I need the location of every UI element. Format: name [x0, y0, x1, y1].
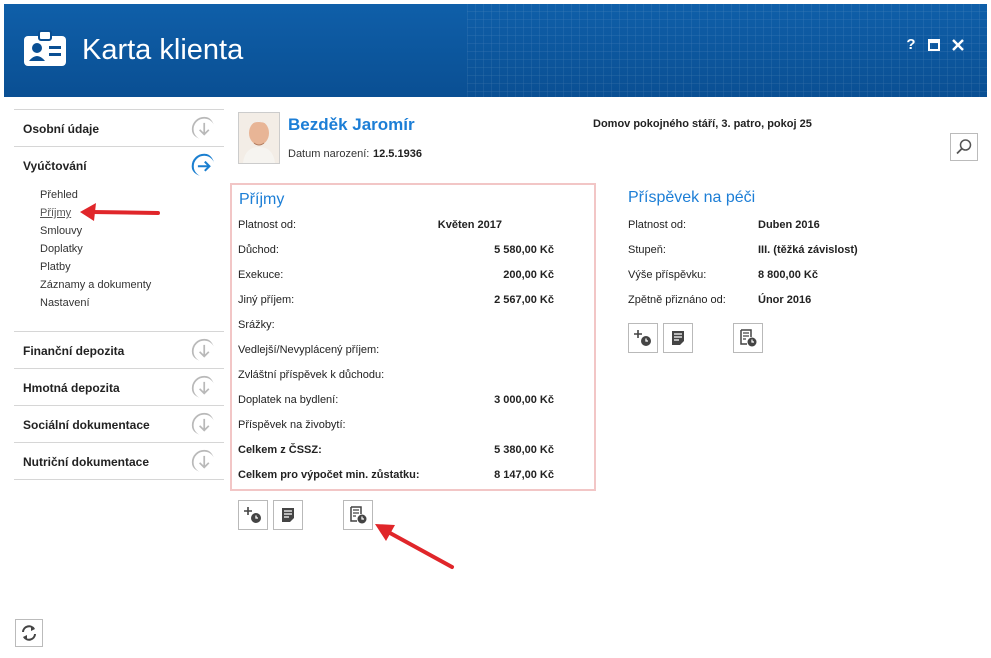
income-row-label: Celkem z ČSSZ: — [238, 444, 322, 456]
income-row-label: Důchod: — [238, 244, 279, 256]
sidebar-section-label: Finanční depozita — [23, 344, 125, 358]
chevron-down-icon[interactable] — [191, 375, 214, 398]
sidebar-item-zaznamy[interactable]: Záznamy a dokumenty — [40, 279, 151, 291]
income-title: Příjmy — [239, 191, 285, 208]
client-name: Bezděk Jaromír — [288, 115, 415, 134]
care-row-label: Výše příspěvku: — [628, 269, 707, 281]
care-row-label: Stupeň: — [628, 244, 666, 256]
income-row: Doplatek na bydlení: 3 000,00 Kč — [238, 394, 554, 410]
income-row: Příspěvek na živobytí: — [238, 419, 548, 435]
care-row-value: Duben 2016 — [758, 219, 820, 231]
income-row: Srážky: — [238, 319, 548, 335]
care-row-value: III. (těžká závislost) — [758, 244, 858, 256]
care-row-value: Únor 2016 — [758, 294, 812, 306]
sidebar-section-osobni-udaje[interactable]: Osobní údaje — [14, 109, 224, 147]
maximize-icon[interactable] — [926, 37, 942, 53]
sidebar-section-financni-depozita[interactable]: Finanční depozita — [14, 332, 224, 369]
sidebar-section-vyuctovani[interactable]: Vyúčtování — [14, 147, 224, 183]
income-total-row: Celkem z ČSSZ: 5 380,00 Kč — [238, 444, 554, 460]
income-row-label: Doplatek na bydlení: — [238, 394, 339, 406]
income-row: Exekuce: 200,00 Kč — [238, 269, 554, 285]
income-row-value: 8 147,00 Kč — [494, 469, 554, 481]
chevron-down-icon[interactable] — [191, 116, 214, 139]
sidebar: Osobní údaje Vyúčtování Přehled Příjmy S… — [14, 109, 224, 480]
sidebar-section-label: Osobní údaje — [23, 122, 100, 136]
sidebar-item-prijmy[interactable]: Příjmy — [40, 207, 71, 219]
add-history-icon — [244, 507, 261, 523]
title-bar: Karta klienta — [4, 4, 987, 97]
sidebar-item-platby[interactable]: Platby — [40, 261, 71, 273]
search-button[interactable] — [950, 133, 978, 161]
search-icon — [956, 139, 972, 155]
income-row-label: Příspěvek na živobytí: — [238, 419, 346, 431]
care-history-document-button[interactable] — [733, 323, 763, 353]
income-row: Důchod: 5 580,00 Kč — [238, 244, 554, 260]
income-row-label: Jiný příjem: — [238, 294, 295, 306]
income-row: Platnost od: Květen 2017 — [238, 219, 548, 235]
income-panel: Příjmy Platnost od: Květen 2017 Důchod: 5 … — [230, 183, 596, 491]
birth-date-value: 12.5.1936 — [373, 148, 422, 160]
income-total-row: Celkem pro výpočet min. zůstatku: 8 147,0… — [238, 469, 554, 485]
arrow-right-icon[interactable] — [191, 153, 214, 176]
refresh-button[interactable] — [15, 619, 43, 647]
income-row: Jiný příjem: 2 567,00 Kč — [238, 294, 554, 310]
sidebar-section-label: Nutriční dokumentace — [23, 455, 150, 469]
care-allowance-title: Příspěvek na péči — [628, 189, 756, 206]
app-title: Karta klienta — [82, 34, 244, 66]
sidebar-section-label: Sociální dokumentace — [23, 418, 150, 432]
close-icon[interactable] — [950, 37, 966, 53]
income-row-value: 5 380,00 Kč — [494, 444, 554, 456]
refresh-icon — [22, 625, 36, 641]
residence-info: Domov pokojného stáří, 3. patro, pokoj 2… — [593, 118, 812, 130]
chevron-down-icon[interactable] — [191, 449, 214, 472]
add-history-button[interactable] — [238, 500, 268, 530]
history-document-icon — [740, 329, 757, 347]
sidebar-section-hmotna-depozita[interactable]: Hmotná depozita — [14, 369, 224, 406]
annotation-arrow — [375, 524, 454, 569]
chevron-down-icon[interactable] — [191, 412, 214, 435]
income-row-label: Zvláštní příspěvek k důchodu: — [238, 369, 385, 381]
sidebar-section-label: Hmotná depozita — [23, 381, 120, 395]
income-row-value: 200,00 Kč — [503, 269, 554, 281]
income-row-value: Květen 2017 — [437, 219, 502, 231]
sidebar-item-nastaveni[interactable]: Nastavení — [40, 297, 90, 309]
sidebar-section-label: Vyúčtování — [23, 159, 87, 173]
income-row: Zvláštní příspěvek k důchodu: — [238, 369, 548, 385]
annotation-arrow — [80, 203, 160, 221]
income-row-label: Platnost od: — [238, 219, 297, 231]
income-row-label: Vedlejší/Nevyplácený příjem: — [238, 344, 380, 356]
income-row-label: Srážky: — [238, 319, 275, 331]
document-button[interactable] — [273, 500, 303, 530]
care-document-button[interactable] — [663, 323, 693, 353]
income-row-label: Exekuce: — [238, 269, 284, 281]
income-row-value: 5 580,00 Kč — [494, 244, 554, 256]
add-history-icon — [634, 330, 651, 346]
care-row-label: Zpětně přiznáno od: — [628, 294, 726, 306]
care-row-label: Platnost od: — [628, 219, 687, 231]
document-icon — [282, 508, 294, 522]
avatar — [238, 112, 280, 164]
care-add-history-button[interactable] — [628, 323, 658, 353]
sidebar-section-nutricni-dokumentace[interactable]: Nutriční dokumentace — [14, 443, 224, 480]
care-row-value: 8 800,00 Kč — [758, 269, 818, 281]
document-icon — [672, 331, 684, 345]
income-row-label: Celkem pro výpočet min. zůstatku: — [238, 469, 420, 481]
income-row-value: 3 000,00 Kč — [494, 394, 554, 406]
income-row-value: 2 567,00 Kč — [494, 294, 554, 306]
id-card-icon — [24, 30, 66, 66]
sidebar-section-socialni-dokumentace[interactable]: Sociální dokumentace — [14, 406, 224, 443]
income-row: Vedlejší/Nevyplácený příjem: — [238, 344, 548, 360]
chevron-down-icon[interactable] — [191, 338, 214, 361]
sidebar-item-prehled[interactable]: Přehled — [40, 189, 78, 201]
help-button[interactable]: ? — [903, 37, 919, 53]
sidebar-item-doplatky[interactable]: Doplatky — [40, 243, 83, 255]
birth-date-label: Datum narození: — [288, 148, 370, 160]
